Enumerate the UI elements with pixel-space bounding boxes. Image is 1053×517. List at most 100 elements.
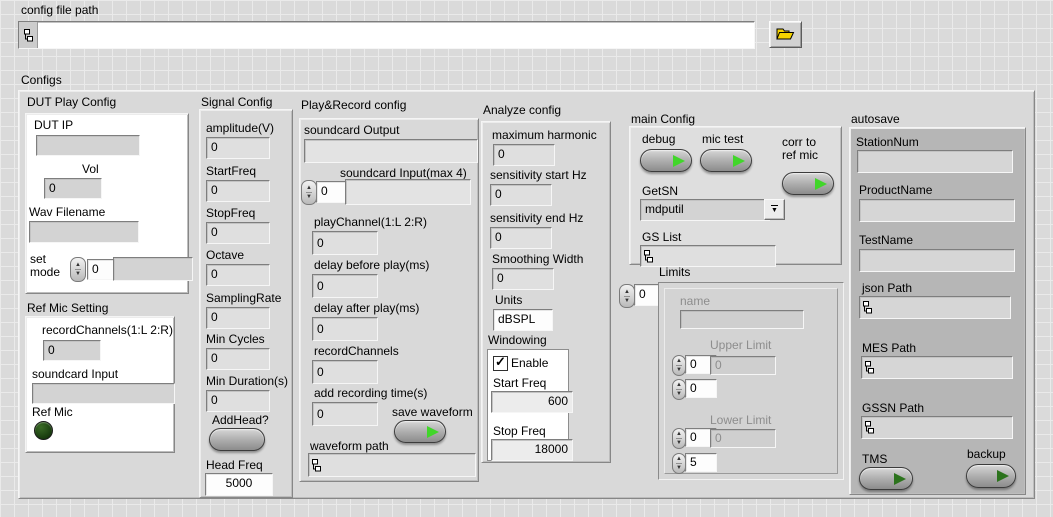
windowing-cluster: Enable Start Freq 600 Stop Freq 18000 bbox=[487, 349, 569, 461]
upper-limit-value-2[interactable]: 0 bbox=[685, 379, 717, 398]
maximum-harmonic-field[interactable]: 0 bbox=[493, 144, 555, 166]
toggle-arrow-icon bbox=[733, 155, 745, 167]
samplingrate-label: SamplingRate bbox=[206, 292, 281, 305]
play-record-config-panel: soundcard Output soundcard Input(max 4) … bbox=[299, 118, 479, 482]
vol-label: Vol bbox=[82, 163, 99, 176]
signal-config-title: Signal Config bbox=[201, 96, 272, 109]
backup-toggle[interactable] bbox=[966, 464, 1016, 488]
testname-label: TestName bbox=[859, 234, 913, 247]
windowing-stop-freq-field[interactable]: 18000 bbox=[491, 439, 573, 461]
min-duration-label: Min Duration(s) bbox=[206, 375, 288, 388]
min-cycles-field[interactable]: 0 bbox=[206, 348, 270, 370]
enable-checkbox[interactable] bbox=[493, 356, 508, 371]
stationnum-field[interactable] bbox=[857, 150, 1013, 173]
units-label: Units bbox=[495, 294, 522, 307]
amplitude-label: amplitude(V) bbox=[206, 122, 274, 135]
config-file-path-input[interactable] bbox=[18, 21, 755, 49]
ref-mic-setting-title: Ref Mic Setting bbox=[27, 302, 108, 315]
gs-list-path-field[interactable] bbox=[640, 245, 776, 267]
dut-play-config-title: DUT Play Config bbox=[27, 96, 116, 109]
toggle-arrow-icon bbox=[997, 470, 1009, 482]
debug-toggle[interactable] bbox=[640, 149, 692, 172]
ref-mic-label: Ref Mic bbox=[32, 406, 73, 419]
record-channels2-field[interactable]: 0 bbox=[312, 360, 378, 384]
waveform-path-field[interactable] bbox=[308, 453, 476, 477]
gssn-path-label: GSSN Path bbox=[862, 402, 924, 415]
json-path-label: json Path bbox=[862, 282, 912, 295]
playchannel-label: playChannel(1:L 2:R) bbox=[314, 216, 427, 229]
samplingrate-field[interactable]: 0 bbox=[206, 307, 270, 329]
wav-filename-field[interactable] bbox=[29, 221, 139, 243]
path-glyph-icon bbox=[862, 301, 873, 314]
playchannel-field[interactable]: 0 bbox=[312, 231, 378, 255]
dut-ip-field[interactable] bbox=[36, 135, 140, 156]
soundcard-output-field[interactable] bbox=[304, 139, 478, 163]
configs-panel: DUT Play Config DUT IP Vol 0 Wav Filenam… bbox=[18, 90, 1035, 499]
windowing-title: Windowing bbox=[488, 334, 547, 347]
lower-limit-spinner-1[interactable] bbox=[672, 428, 686, 449]
soundcard-input-field[interactable] bbox=[32, 383, 175, 404]
sensitivity-start-field[interactable]: 0 bbox=[490, 184, 552, 206]
stopfreq-field[interactable]: 0 bbox=[206, 222, 270, 244]
addhead-toggle[interactable] bbox=[209, 428, 265, 451]
record-channels-label: recordChannels(1:L 2:R) bbox=[42, 324, 173, 337]
amplitude-field[interactable]: 0 bbox=[206, 137, 270, 159]
testname-field[interactable] bbox=[859, 249, 1015, 272]
getsn-dropdown-button[interactable] bbox=[764, 199, 785, 220]
tms-toggle[interactable] bbox=[859, 467, 913, 490]
soundcard-input-index-spinner[interactable] bbox=[301, 180, 317, 205]
corr-to-ref-mic-toggle[interactable] bbox=[782, 172, 834, 195]
limit-name-field[interactable] bbox=[680, 310, 804, 329]
gssn-path-field[interactable] bbox=[861, 416, 1013, 439]
productname-field[interactable] bbox=[859, 199, 1015, 222]
vol-field[interactable]: 0 bbox=[44, 178, 102, 199]
add-recording-time-label: add recording time(s) bbox=[314, 387, 427, 400]
productname-label: ProductName bbox=[859, 184, 932, 197]
browse-button[interactable] bbox=[769, 21, 802, 48]
add-recording-time-field[interactable]: 0 bbox=[312, 402, 378, 426]
octave-field[interactable]: 0 bbox=[206, 264, 270, 286]
windowing-start-freq-field[interactable]: 600 bbox=[491, 391, 573, 413]
lower-limit-value-2[interactable]: 5 bbox=[685, 453, 717, 472]
path-glyph-icon bbox=[643, 250, 654, 263]
upper-limit-spinner-1[interactable] bbox=[672, 355, 686, 376]
set-mode-text-field[interactable] bbox=[113, 257, 193, 281]
tms-label: TMS bbox=[862, 453, 887, 466]
sensitivity-end-field[interactable]: 0 bbox=[490, 227, 552, 249]
octave-label: Octave bbox=[206, 249, 244, 262]
set-mode-label: set mode bbox=[30, 253, 64, 279]
config-file-path-value bbox=[38, 22, 754, 48]
windowing-stop-freq-label: Stop Freq bbox=[493, 425, 546, 438]
backup-label: backup bbox=[967, 448, 1006, 461]
limits-index-spinner[interactable] bbox=[619, 284, 635, 308]
startfreq-field[interactable]: 0 bbox=[206, 180, 270, 202]
delay-after-play-field[interactable]: 0 bbox=[312, 317, 378, 341]
json-path-field[interactable] bbox=[859, 296, 1011, 319]
mic-test-toggle[interactable] bbox=[700, 149, 752, 172]
dut-ip-label: DUT IP bbox=[34, 119, 73, 132]
units-field[interactable]: dBSPL bbox=[493, 309, 553, 331]
limits-cluster: name Upper Limit 0 0 0 Lower Limit 0 0 5 bbox=[664, 288, 838, 474]
path-glyph-icon bbox=[864, 361, 875, 374]
min-cycles-label: Min Cycles bbox=[206, 333, 265, 346]
record-channels-field[interactable]: 0 bbox=[43, 340, 101, 361]
mes-path-label: MES Path bbox=[862, 342, 916, 355]
set-mode-spinner[interactable] bbox=[70, 257, 86, 282]
play-record-config-title: Play&Record config bbox=[301, 99, 406, 112]
soundcard-input-max4-field[interactable] bbox=[345, 179, 471, 205]
head-freq-field[interactable]: 5000 bbox=[205, 473, 273, 496]
soundcard-input-index-value[interactable]: 0 bbox=[316, 181, 346, 203]
upper-limit-spinner-2[interactable] bbox=[672, 379, 686, 400]
mes-path-field[interactable] bbox=[861, 356, 1013, 379]
toggle-arrow-icon bbox=[894, 473, 906, 485]
save-waveform-toggle[interactable] bbox=[394, 420, 446, 443]
toggle-arrow-icon bbox=[673, 155, 685, 167]
min-duration-field[interactable]: 0 bbox=[206, 390, 270, 412]
getsn-ring-field[interactable]: mdputil bbox=[640, 199, 770, 221]
lower-limit-spinner-2[interactable] bbox=[672, 453, 686, 474]
waveform-path-label: waveform path bbox=[310, 440, 389, 453]
smoothing-width-field[interactable]: 0 bbox=[492, 268, 554, 290]
enable-label: Enable bbox=[511, 357, 548, 370]
stopfreq-label: StopFreq bbox=[206, 207, 255, 220]
delay-before-play-field[interactable]: 0 bbox=[312, 274, 378, 298]
